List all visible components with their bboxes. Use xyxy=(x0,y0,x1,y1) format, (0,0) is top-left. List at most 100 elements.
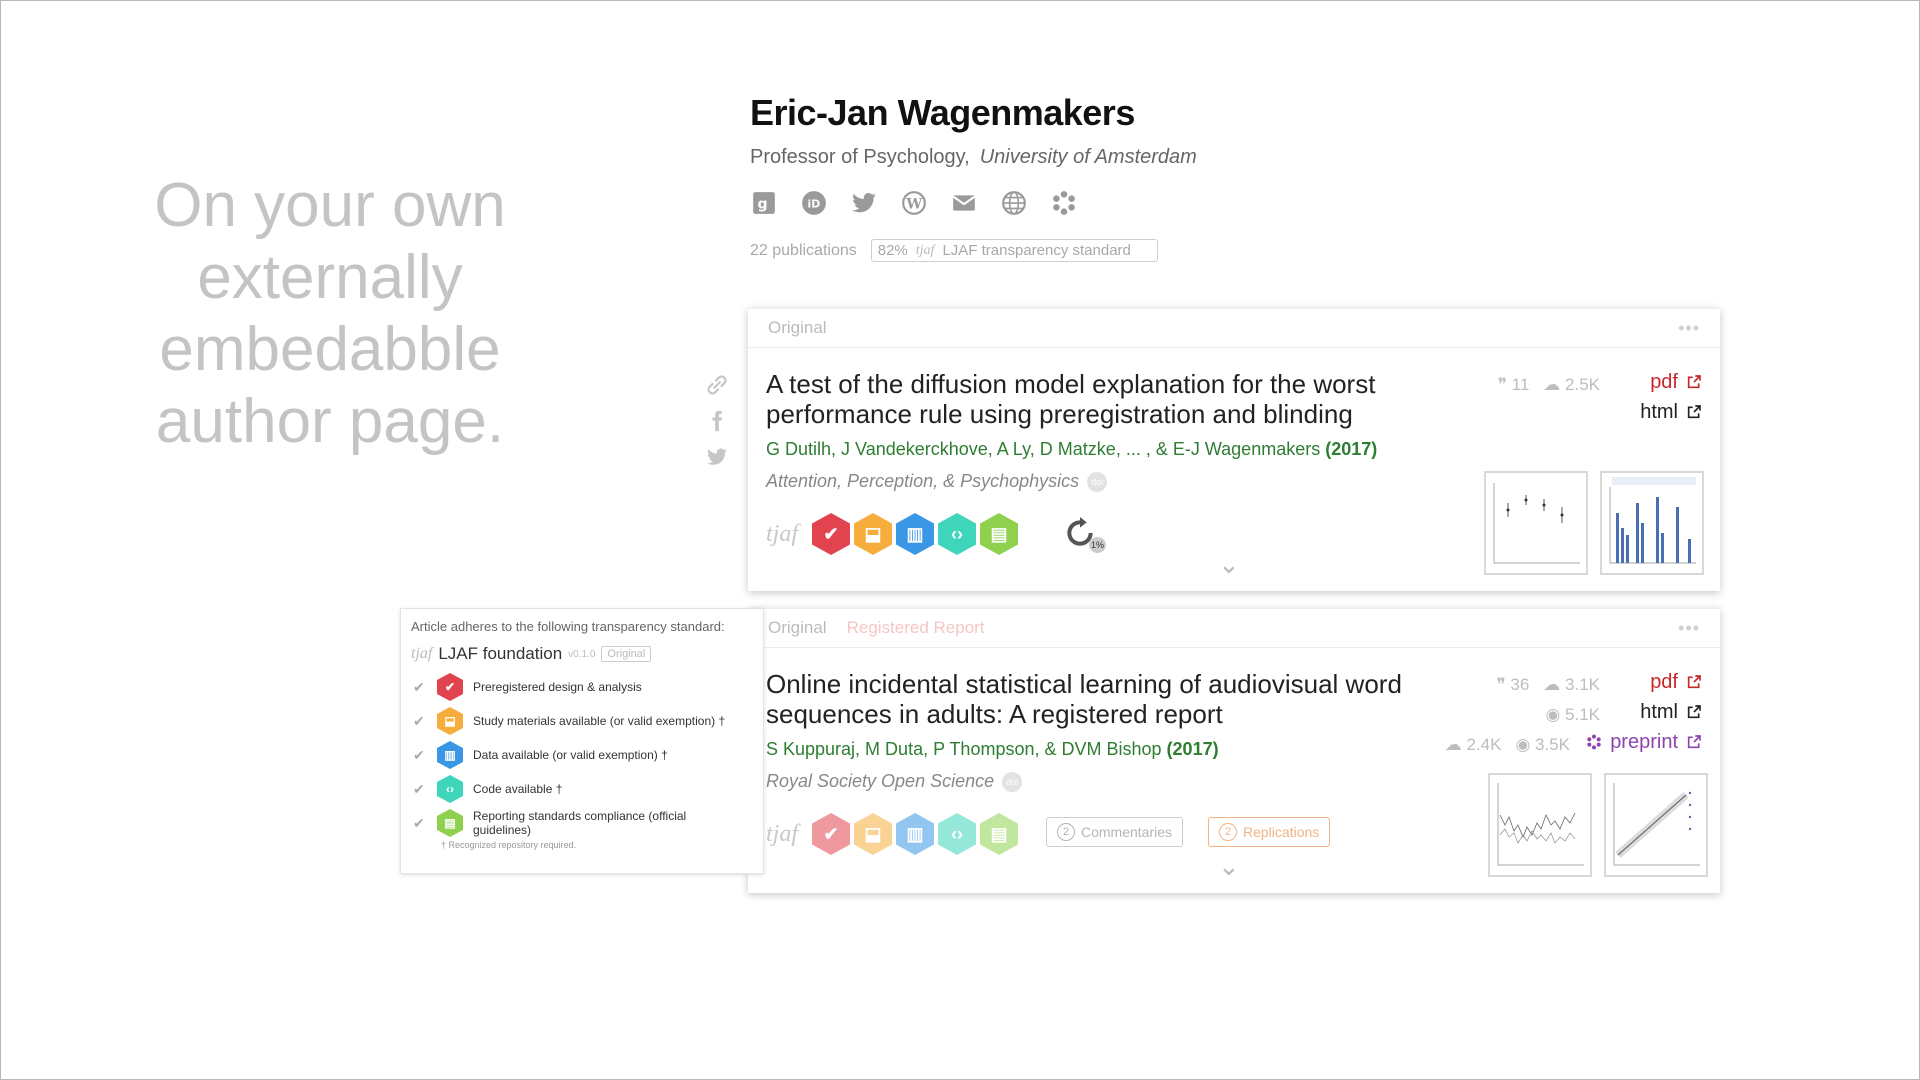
criterion-label: Study materials available (or valid exem… xyxy=(473,714,726,728)
twitter-icon[interactable] xyxy=(706,446,728,468)
criterion-label: Code available † xyxy=(473,782,563,796)
ljaf-percent: 82% xyxy=(877,242,908,259)
author-list: G Dutilh, J Vandekerckhove, A Ly, D Matz… xyxy=(766,439,1321,459)
quote-icon: ❞ xyxy=(1497,375,1507,394)
html-label: html xyxy=(1640,700,1678,723)
publication-year: (2017) xyxy=(1325,439,1378,459)
author-list: S Kuppuraj, M Duta, P Thompson, & DVM Bi… xyxy=(766,739,1162,759)
link-icon[interactable] xyxy=(706,374,728,396)
cloud-download-icon: ☁ xyxy=(1543,675,1561,694)
html-link[interactable]: html xyxy=(1586,697,1702,727)
criterion-row: ✔ ✔ Preregistered design & analysis xyxy=(413,670,753,704)
external-link-icon xyxy=(1687,375,1701,389)
social-links: g iD W xyxy=(750,189,1197,217)
registered-report-label[interactable]: Registered Report xyxy=(847,618,985,638)
publication-year: (2017) xyxy=(1166,739,1219,759)
commentaries-count: 2 xyxy=(1057,823,1075,841)
google-scholar-icon[interactable]: g xyxy=(750,189,778,217)
criterion-row: ✔ ‹› Code available † xyxy=(413,772,753,806)
check-icon: ✔ xyxy=(413,712,425,729)
doi-icon[interactable]: doi xyxy=(1087,471,1108,492)
criterion-label: Reporting standards compliance (official… xyxy=(473,809,687,837)
replications-button[interactable]: 2 Replications xyxy=(1208,817,1331,847)
journal-name: Royal Society Open Science doi xyxy=(766,771,1023,792)
transparency-badges: tjaf ✔ ⬓ ▥ ‹› ▤ 1% xyxy=(766,513,1107,555)
external-link-icon xyxy=(1687,405,1701,419)
standard-version: v0.1.0 xyxy=(568,648,596,660)
commentaries-button[interactable]: 2 Commentaries xyxy=(1046,817,1184,847)
ljaf-logo: tjaf xyxy=(915,242,935,258)
expand-chevron-icon[interactable]: ⌄ xyxy=(1218,549,1240,580)
quote-icon: ❞ xyxy=(1496,675,1506,694)
data-badge-icon[interactable]: ▥ xyxy=(896,513,935,555)
materials-badge-icon[interactable]: ⬓ xyxy=(854,513,893,555)
pdf-label: pdf xyxy=(1650,370,1678,393)
materials-badge-icon: ⬓ xyxy=(437,707,463,735)
data-badge-icon: ▥ xyxy=(437,741,463,769)
more-options-icon[interactable]: ••• xyxy=(1678,318,1700,339)
html-link[interactable]: html xyxy=(1640,397,1702,427)
doi-icon[interactable]: doi xyxy=(1002,771,1023,792)
figure-thumbnail[interactable] xyxy=(1484,471,1588,575)
criterion-label: Preregistered design & analysis xyxy=(473,680,642,694)
preregistered-badge-icon[interactable]: ✔ xyxy=(812,813,851,855)
globe-icon[interactable] xyxy=(1000,189,1028,217)
figure-thumbnail[interactable] xyxy=(1488,773,1592,877)
publication-authors: S Kuppuraj, M Duta, P Thompson, & DVM Bi… xyxy=(766,739,1219,760)
standard-tag: Original xyxy=(601,646,652,662)
replication-indicator[interactable]: 1% xyxy=(1064,517,1107,553)
reporting-badge-icon[interactable]: ▤ xyxy=(980,513,1019,555)
reporting-badge-icon[interactable]: ▤ xyxy=(980,813,1019,855)
code-badge-icon[interactable]: ‹› xyxy=(938,813,977,855)
figure-thumbnail[interactable] xyxy=(1600,471,1704,575)
share-bar xyxy=(706,374,728,468)
author-profile: Eric-Jan Wagenmakers Professor of Psycho… xyxy=(750,92,1197,262)
standard-row: tjaf LJAF foundation v0.1.0 Original xyxy=(411,644,753,664)
expand-chevron-icon[interactable]: ⌄ xyxy=(1218,851,1240,882)
figure-thumbnail[interactable] xyxy=(1604,773,1708,877)
ljaf-standard-badge[interactable]: 82% tjaf LJAF transparency standard xyxy=(870,239,1158,262)
publication-title[interactable]: Online incidental statistical learning o… xyxy=(766,669,1466,729)
criterion-row: ✔ ⬓ Study materials available (or valid … xyxy=(413,704,753,738)
email-icon[interactable] xyxy=(950,189,978,217)
materials-badge-icon[interactable]: ⬓ xyxy=(854,813,893,855)
orcid-icon[interactable]: iD xyxy=(800,189,828,217)
publication-title[interactable]: A test of the diffusion model explanatio… xyxy=(766,369,1466,429)
code-badge-icon[interactable]: ‹› xyxy=(938,513,977,555)
more-options-icon[interactable]: ••• xyxy=(1678,618,1700,639)
facebook-icon[interactable] xyxy=(706,410,728,432)
osf-icon[interactable] xyxy=(1050,189,1078,217)
tagline: On your own externally embedabble author… xyxy=(154,171,506,456)
osf-icon xyxy=(1587,734,1601,750)
pdf-link[interactable]: pdf xyxy=(1640,367,1702,397)
external-link-icon xyxy=(1687,705,1701,719)
svg-text:g: g xyxy=(758,196,768,212)
article-type-label[interactable]: Original xyxy=(768,318,827,338)
code-badge-icon: ‹› xyxy=(437,775,463,803)
article-links: pdf html xyxy=(1640,367,1702,427)
eye-icon: ◉ xyxy=(1545,705,1561,724)
commentaries-label: Commentaries xyxy=(1081,824,1173,840)
publication-summary: 22 publications 82% tjaf LJAF transparen… xyxy=(750,239,1197,262)
journal-name: Attention, Perception, & Psychophysics d… xyxy=(766,471,1108,492)
article-metrics: ❞ 11 ☁ 2.5K xyxy=(1498,375,1600,395)
svg-text:W: W xyxy=(905,196,922,212)
preprint-downloads: ☁ 2.4K xyxy=(1445,735,1502,755)
pdf-link[interactable]: pdf xyxy=(1586,667,1702,697)
article-type-label[interactable]: Original xyxy=(768,618,827,638)
preregistered-badge-icon[interactable]: ✔ xyxy=(812,513,851,555)
ljaf-logo: tjaf xyxy=(766,820,799,847)
data-badge-icon[interactable]: ▥ xyxy=(896,813,935,855)
ljaf-logo: tjaf xyxy=(766,520,799,547)
check-icon: ✔ xyxy=(413,780,425,797)
card-header: Original ••• xyxy=(748,309,1720,348)
ljaf-logo: tjaf xyxy=(411,645,433,662)
check-icon: ✔ xyxy=(413,746,425,763)
article-links: pdf html preprint xyxy=(1586,667,1702,757)
role-label: Professor of Psychology, xyxy=(750,146,970,168)
preprint-link[interactable]: preprint xyxy=(1586,727,1702,757)
twitter-icon[interactable] xyxy=(850,189,878,217)
wordpress-icon[interactable]: W xyxy=(900,189,928,217)
publication-card: Original Registered Report ••• Online in… xyxy=(748,608,1720,893)
reporting-badge-icon: ▤ xyxy=(437,809,463,837)
